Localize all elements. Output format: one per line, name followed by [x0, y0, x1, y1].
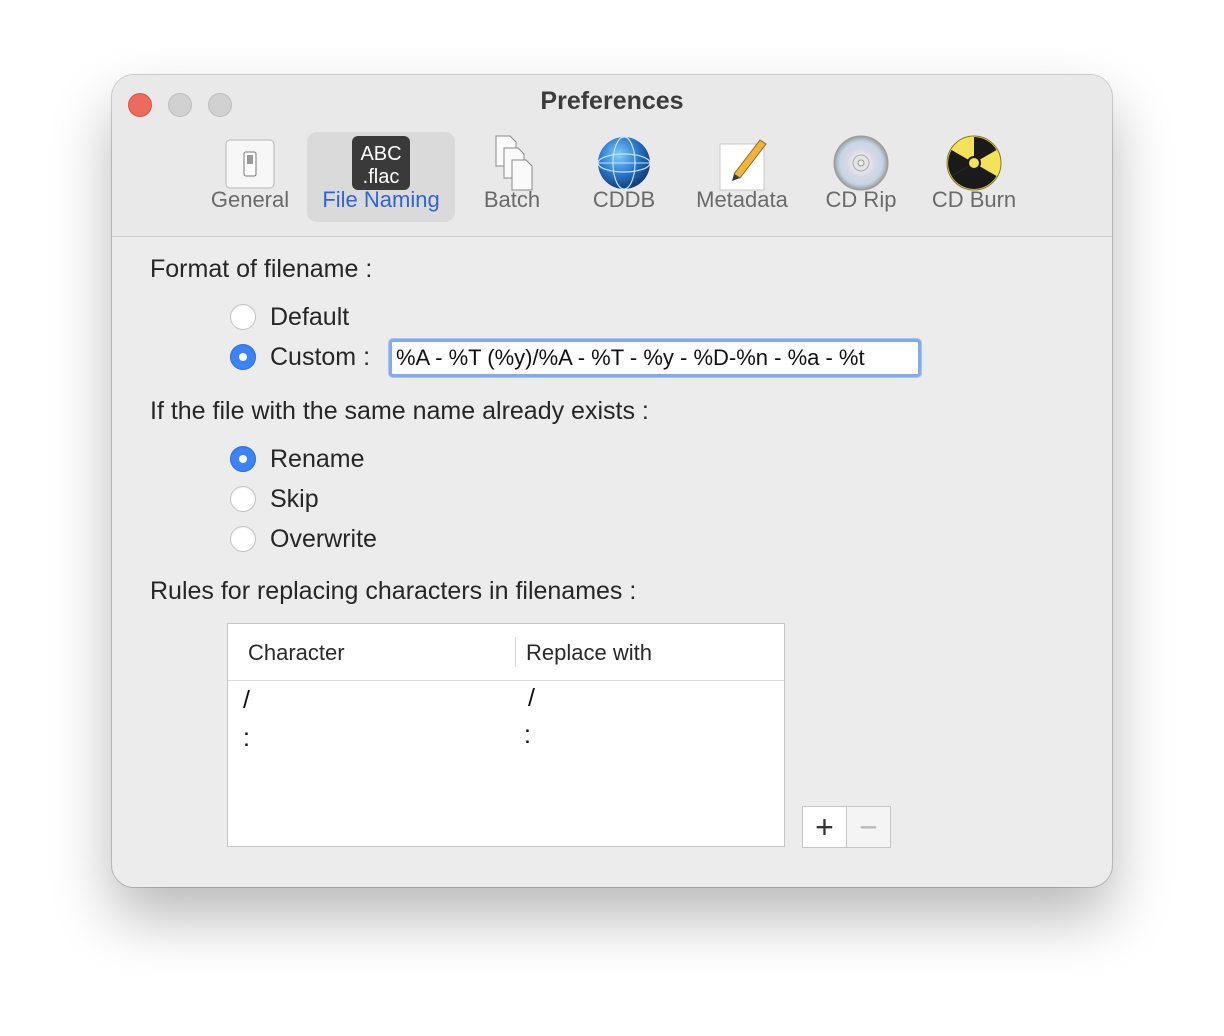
exists-skip-radio[interactable]: [230, 486, 256, 512]
tab-cddb[interactable]: CDDB: [574, 132, 674, 222]
exists-rename-radio[interactable]: [230, 446, 256, 472]
exists-skip-option[interactable]: Skip: [230, 484, 319, 514]
toolbar: Preferences General ABC .flac File Namin…: [112, 75, 1112, 237]
format-default-option[interactable]: Default: [230, 302, 349, 332]
format-custom-label: Custom :: [270, 342, 371, 371]
tab-metadata[interactable]: Metadata: [687, 132, 797, 222]
tab-cd-burn-label: CD Burn: [931, 187, 1017, 212]
exists-section-label: If the file with the same name already e…: [150, 397, 649, 425]
exists-rename-option[interactable]: Rename: [230, 444, 365, 474]
cd-disc-icon: [833, 135, 889, 191]
exists-overwrite-option[interactable]: Overwrite: [230, 524, 377, 554]
table-cell-character[interactable]: :: [243, 724, 250, 753]
tab-cddb-label: CDDB: [592, 187, 656, 212]
tab-cd-rip[interactable]: CD Rip: [812, 132, 910, 222]
window-title: Preferences: [540, 87, 684, 115]
table-cell-replace[interactable]: :: [524, 721, 531, 750]
add-rule-button[interactable]: +: [803, 807, 847, 847]
tab-batch-label: Batch: [483, 187, 541, 212]
stacked-documents-icon: [495, 135, 533, 191]
format-custom-radio[interactable]: [230, 344, 256, 370]
preferences-window: Preferences General ABC .flac File Namin…: [112, 75, 1112, 887]
tab-cd-burn[interactable]: CD Burn: [924, 132, 1024, 222]
pencil-note-icon: [719, 139, 767, 191]
globe-icon: [597, 136, 651, 190]
remove-rule-button[interactable]: −: [847, 807, 890, 847]
tab-file-naming-label: File Naming: [322, 187, 440, 212]
tab-general[interactable]: General: [200, 132, 300, 222]
abc-flac-icon: ABC .flac: [352, 136, 410, 190]
switch-icon: [225, 139, 275, 189]
exists-rename-label: Rename: [270, 444, 365, 473]
table-cell-replace[interactable]: /: [528, 684, 535, 713]
format-default-radio[interactable]: [230, 304, 256, 330]
add-remove-control: + −: [802, 806, 891, 848]
column-header-character[interactable]: Character: [248, 640, 345, 666]
custom-format-input[interactable]: %A - %T (%y)/%A - %T - %y - %D-%n - %a -…: [389, 339, 921, 377]
tab-cd-rip-label: CD Rip: [825, 187, 897, 212]
tab-batch[interactable]: Batch: [462, 132, 562, 222]
format-default-label: Default: [270, 302, 350, 331]
tab-file-naming[interactable]: ABC .flac File Naming: [307, 132, 455, 222]
abc-flac-icon-top: ABC: [360, 143, 401, 165]
table-header: Character Replace with: [228, 624, 784, 681]
table-cell-character[interactable]: /: [243, 686, 250, 715]
format-custom-option[interactable]: Custom :: [230, 342, 370, 372]
replace-rules-table[interactable]: Character Replace with / / : :: [227, 623, 785, 847]
format-section-label: Format of filename :: [150, 255, 373, 283]
radiation-icon: [946, 135, 1002, 191]
exists-overwrite-radio[interactable]: [230, 526, 256, 552]
column-header-replace-with[interactable]: Replace with: [526, 640, 652, 666]
rules-section-label: Rules for replacing characters in filena…: [150, 577, 637, 605]
abc-flac-icon-bottom: .flac: [363, 166, 400, 188]
column-separator[interactable]: [515, 637, 516, 667]
file-naming-pane: Format of filename : Default Custom : %A…: [112, 237, 1112, 887]
exists-skip-label: Skip: [270, 484, 319, 513]
exists-overwrite-label: Overwrite: [270, 524, 377, 553]
tab-general-label: General: [210, 187, 290, 212]
tab-metadata-label: Metadata: [696, 187, 788, 212]
